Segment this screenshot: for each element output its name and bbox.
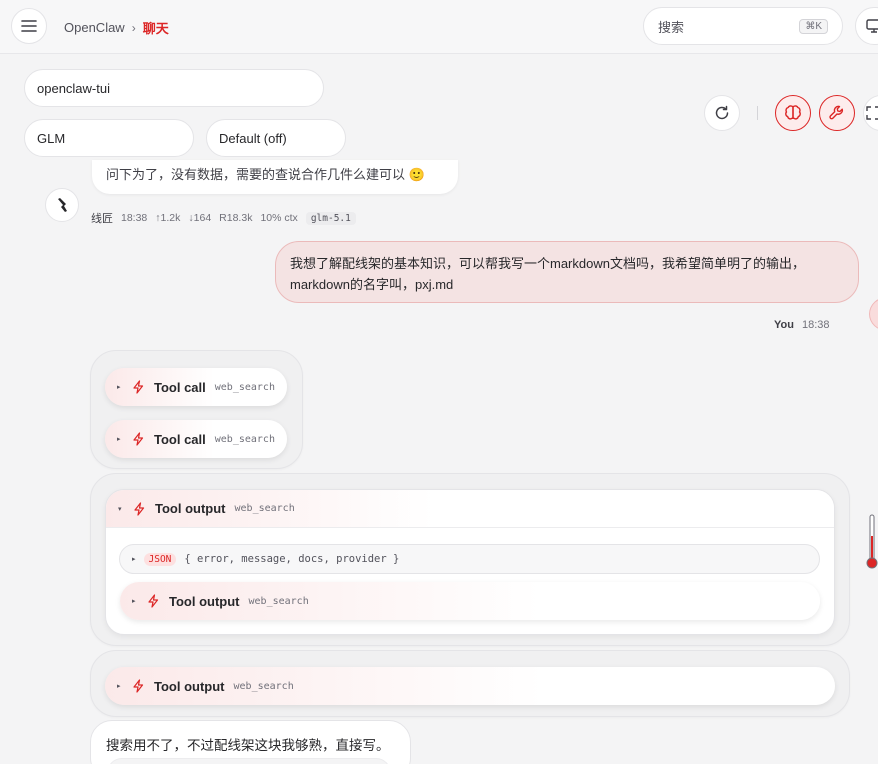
tool-output-label: Tool output [169, 593, 240, 609]
wrench-icon [829, 105, 844, 120]
tool-output-label: Tool output [154, 678, 225, 694]
caret-right-icon: ▸ [132, 598, 136, 605]
tokens-out: ↓164 [188, 212, 212, 224]
search-input[interactable]: 搜索 ⌘K [643, 7, 843, 45]
model-value: GLM [37, 130, 66, 146]
expand-icon [866, 106, 878, 120]
user-sender: You [774, 319, 794, 331]
previous-assistant-bubble: 问下为了，没有数据，需要的查说合作几件么建可以 🙂 [92, 160, 458, 194]
assistant-sender: 线匠 [91, 213, 113, 225]
json-summary: { error, message, docs, provider } [184, 553, 400, 565]
breadcrumb: OpenClaw › 聊天 [64, 18, 169, 37]
tool-output-label: Tool output [155, 501, 226, 516]
bolt-icon [134, 501, 145, 516]
claw-icon [58, 198, 67, 212]
cache-read: R18.3k [219, 212, 253, 224]
tool-call-row[interactable]: ▸ Tool call web_search [105, 420, 287, 458]
assistant-reply-text: 搜索用不了，不过配线架这块我够熟，直接写。 [106, 738, 390, 753]
assistant-reply-bubble: 搜索用不了，不过配线架这块我够熟，直接写。 [90, 720, 411, 764]
tool-output-header[interactable]: ▾ Tool output web_search [106, 490, 834, 528]
tool-call-label: Tool call [154, 379, 206, 395]
menu-button[interactable] [11, 8, 47, 44]
model-badge: glm-5.1 [305, 211, 356, 225]
assistant-avatar [45, 188, 79, 222]
thinking-select[interactable]: Default (off) [206, 119, 346, 157]
breadcrumb-current: 聊天 [142, 21, 169, 36]
caret-right-icon: ▸ [117, 436, 121, 443]
tool-call-name: web_search [214, 433, 275, 445]
session-select[interactable]: openclaw-tui [24, 69, 324, 107]
caret-right-icon: ▸ [132, 556, 136, 563]
assistant-message-meta: 线匠 18:38 ↑1.2k ↓164 R18.3k 10% ctx glm-5… [91, 210, 356, 226]
tools-toggle-button[interactable] [819, 95, 855, 131]
model-select[interactable]: GLM [24, 119, 194, 157]
user-message-text: 我想了解配线架的基本知识，可以帮我写一个markdown文档吗，我希望简单明了的… [290, 256, 805, 292]
json-output-row[interactable]: ▸ JSON { error, message, docs, provider … [119, 544, 820, 574]
json-badge: JSON [143, 552, 177, 566]
toolbar-divider [757, 106, 758, 120]
previous-assistant-text: 问下为了，没有数据，需要的查说合作几件么建可以 🙂 [106, 167, 425, 182]
tool-call-row[interactable]: ▸ Tool call web_search [105, 368, 287, 406]
bolt-icon [133, 679, 144, 693]
user-message-bubble: 我想了解配线架的基本知识，可以帮我写一个markdown文档吗，我希望简单明了的… [275, 241, 859, 303]
session-value: openclaw-tui [37, 80, 110, 96]
user-message-time: 18:38 [801, 319, 830, 331]
bolt-icon [133, 380, 144, 394]
tool-call-label: Tool call [154, 431, 206, 447]
expand-button[interactable] [863, 95, 878, 131]
caret-right-icon: ▸ [117, 683, 121, 690]
tool-call-name: web_search [214, 381, 275, 393]
caret-right-icon: ▸ [117, 384, 121, 391]
bolt-icon [148, 594, 159, 608]
refresh-button[interactable] [704, 95, 740, 131]
thinking-value: Default (off) [219, 130, 287, 146]
nested-tool-output-row[interactable]: ▸ Tool output web_search [120, 582, 820, 620]
thermometer-icon [866, 514, 878, 569]
tool-output-row[interactable]: ▸ Tool output web_search [105, 667, 835, 705]
refresh-icon [715, 105, 729, 120]
monitor-icon [866, 19, 878, 33]
user-message-meta: You 18:38 [774, 319, 830, 331]
message-time: 18:38 [121, 212, 148, 224]
reply-inner-row[interactable] [107, 758, 391, 764]
bolt-icon [133, 432, 144, 446]
breadcrumb-separator: › [131, 20, 136, 35]
top-bar: OpenClaw › 聊天 搜索 ⌘K [0, 0, 878, 54]
tool-output-name: web_search [248, 595, 309, 607]
tokens-in: ↑1.2k [155, 212, 181, 224]
search-shortcut: ⌘K [799, 18, 828, 34]
thinking-toggle-button[interactable] [775, 95, 811, 131]
tool-output-name: web_search [233, 680, 294, 692]
caret-down-icon: ▾ [118, 505, 122, 513]
tool-output-name: web_search [234, 503, 295, 514]
user-avatar [869, 297, 878, 331]
context-usage: 10% ctx [260, 212, 298, 224]
hamburger-icon [21, 20, 37, 32]
monitor-button[interactable] [855, 7, 878, 45]
breadcrumb-app[interactable]: OpenClaw [64, 20, 125, 35]
brain-icon [785, 105, 801, 120]
search-placeholder: 搜索 [658, 19, 685, 35]
